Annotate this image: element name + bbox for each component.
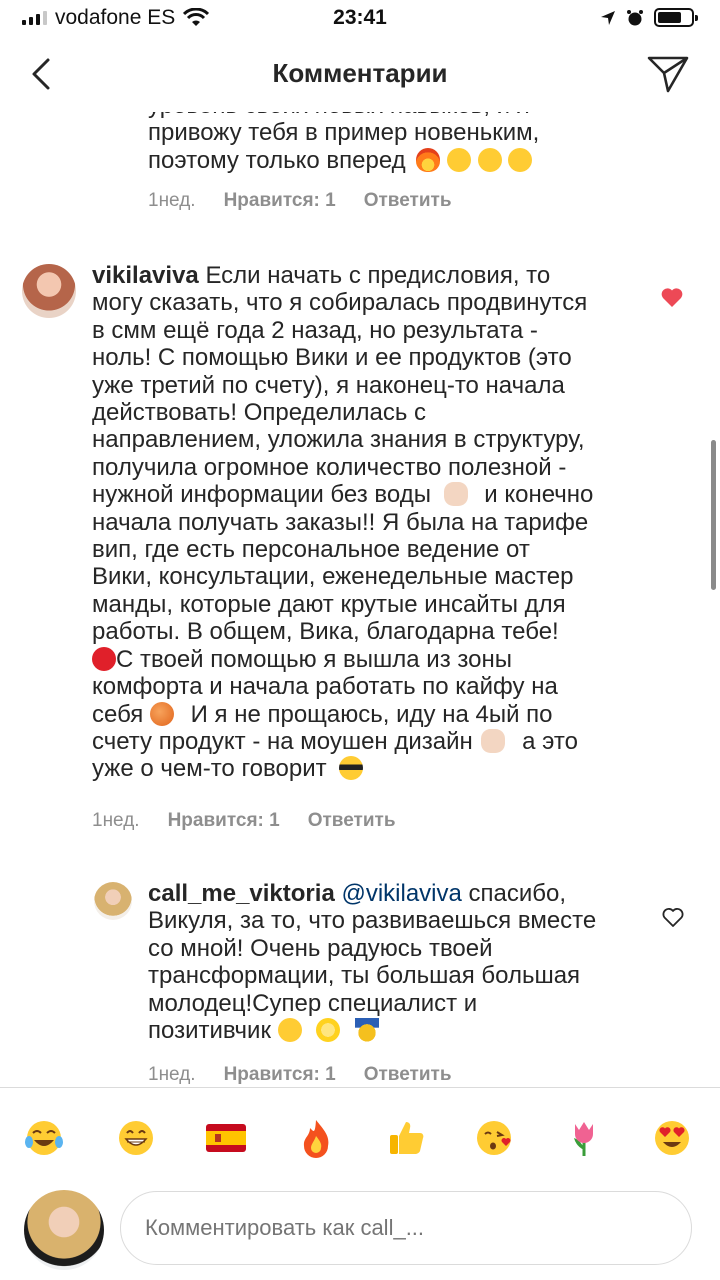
reply-button[interactable]: Ответить [364,190,452,212]
comment-likes[interactable]: Нравится: 1 [224,190,336,212]
kissing-heart-emoji-icon [508,147,533,172]
avatar[interactable] [24,1190,104,1270]
like-heart-outline-icon[interactable] [661,906,685,928]
location-arrow-icon [601,10,615,25]
comment-text: call_me_viktoria @vikilaviva спасибо, Ви… [148,880,597,1045]
status-bar: vodafone ES 23:41 [0,0,720,40]
emoji-quick-bar [0,1087,720,1185]
comment-likes[interactable]: Нравится: 1 [168,810,280,832]
index-pointing-up-emoji-icon [443,482,468,507]
nav-bar: Комментарии [0,40,720,112]
comment-item: call_me_viktoria @vikilaviva спасибо, Ви… [0,872,720,1087]
tears-of-joy-emoji-icon[interactable] [22,1116,66,1160]
comment-meta: 1нед. Нравится: 1 Ответить [92,810,396,832]
direct-send-icon[interactable] [646,54,690,94]
comments-list[interactable]: уровень своих новых навыков, и я привожу… [0,82,720,1087]
alarm-icon [627,9,643,25]
comment-item: vikilaviva Если начать с предисловия, то… [0,256,720,836]
grinning-emoji-icon[interactable] [114,1116,158,1160]
clapping-hands-emoji-icon [481,728,506,753]
reply-button[interactable]: Ответить [364,1064,452,1086]
comment-composer [0,1185,720,1280]
spain-flag-icon[interactable] [204,1116,248,1160]
kissing-heart-emoji-icon [277,1018,302,1043]
reply-button[interactable]: Ответить [308,810,396,832]
kissing-heart-emoji-icon [477,147,502,172]
comment-meta: 1нед. Нравится: 1 Ответить [148,190,452,212]
scrollbar[interactable] [711,440,716,590]
comment-time: 1нед. [148,1064,196,1085]
page-title: Комментарии [272,58,448,88]
avatar[interactable] [22,264,76,318]
comment-username[interactable]: call_me_viktoria [148,880,335,907]
gold-medal-emoji-icon [354,1018,379,1043]
comment-text: vikilaviva Если начать с предисловия, то… [92,262,594,783]
kissing-heart-emoji-icon [447,147,472,172]
comment-username[interactable]: vikilaviva [92,262,199,289]
comment-meta: 1нед. Нравится: 1 Ответить [148,1064,452,1086]
tulip-emoji-icon[interactable] [562,1116,606,1160]
like-heart-icon[interactable] [660,286,684,308]
heart-eyes-emoji-icon[interactable] [650,1116,694,1160]
mention-link[interactable]: @vikilaviva [341,880,461,907]
sunglasses-emoji-icon [339,756,364,781]
comment-time: 1нед. [92,810,140,831]
comment-likes[interactable]: Нравится: 1 [224,1064,336,1086]
avatar[interactable] [94,882,132,920]
status-right [600,8,698,27]
thumbs-up-emoji-icon[interactable] [384,1116,428,1160]
red-heart-emoji-icon [92,646,116,671]
comment-input[interactable] [120,1191,692,1265]
kissing-heart-emoji-icon[interactable] [472,1116,516,1160]
sparkle-star-emoji-icon [316,1018,341,1043]
fire-emoji-icon [416,147,441,172]
battery-icon [654,8,698,27]
fire-emoji-icon[interactable] [294,1116,338,1160]
comment-time: 1нед. [148,190,196,211]
volleyball-emoji-icon [149,701,174,726]
